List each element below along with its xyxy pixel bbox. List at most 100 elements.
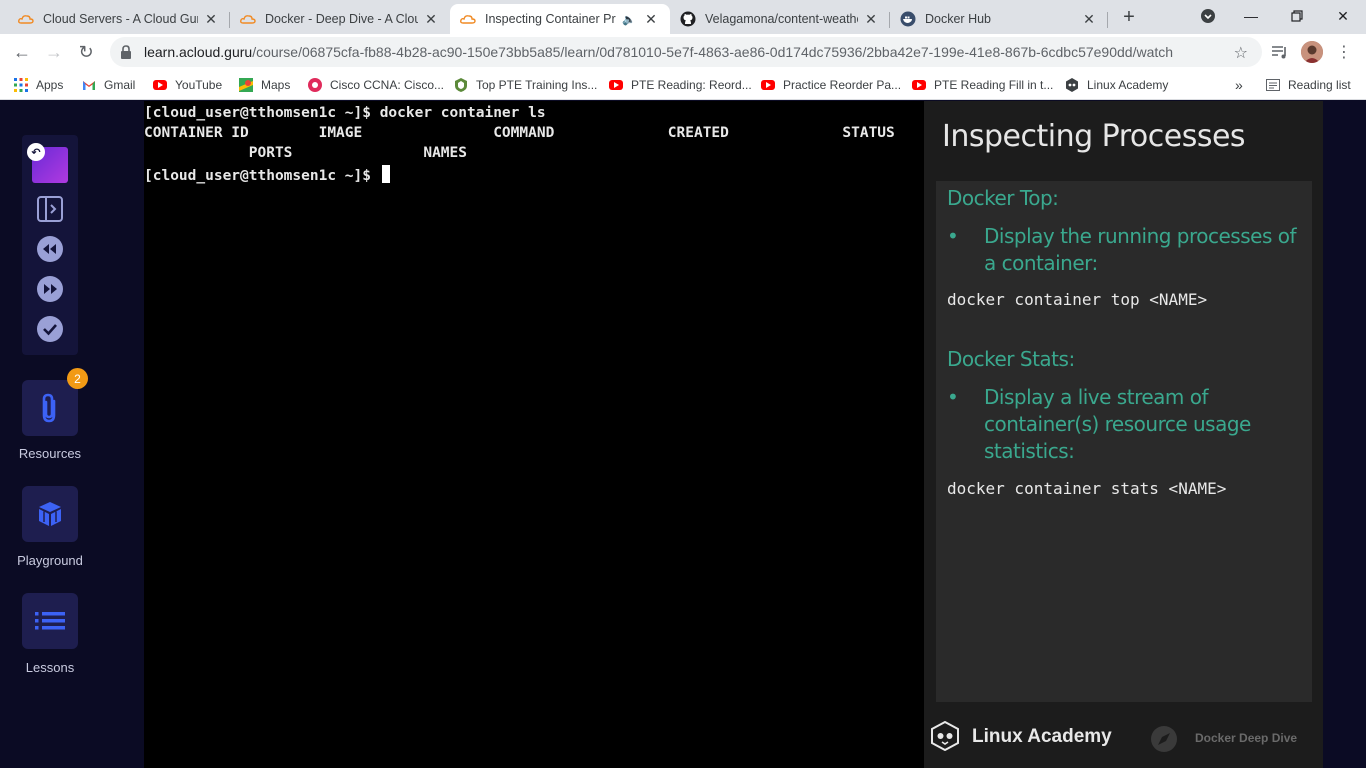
reload-icon[interactable]: ↻ [74, 40, 98, 64]
bullet-icon: • [947, 224, 959, 248]
restore-icon[interactable] [1283, 4, 1311, 28]
bookmark-pte-reading-fill[interactable]: PTE Reading Fill in t... [912, 76, 1053, 94]
address-bar[interactable]: learn.acloud.guru/course/06875cfa-fb88-4… [110, 37, 1262, 67]
url-host: learn.acloud.guru [144, 44, 253, 60]
url-text[interactable]: learn.acloud.guru/course/06875cfa-fb88-4… [144, 44, 1224, 60]
cubes-icon [39, 502, 61, 526]
course-name: Docker Deep Dive [1195, 731, 1298, 745]
close-icon[interactable]: ✕ [202, 10, 220, 28]
lessons-button[interactable] [22, 593, 78, 649]
toggle-sidebar-icon[interactable] [36, 195, 64, 223]
terminal-line: CONTAINER ID IMAGE COMMAND CREATED STATU… [144, 125, 895, 141]
bookmark-label: Linux Academy [1087, 78, 1169, 92]
tab-inspecting-container-processes[interactable]: Inspecting Container Processes 🔈 ✕ [450, 4, 670, 34]
close-window-icon[interactable]: ✕ [1329, 4, 1357, 28]
bookmark-youtube[interactable]: YouTube [153, 76, 222, 94]
tab-title: Docker - Deep Dive - A Cloud Guru [265, 12, 418, 26]
playground-label: Playground [17, 553, 83, 568]
list-icon [35, 612, 65, 630]
page-gutter [1323, 101, 1366, 768]
video-terminal[interactable]: [cloud_user@tthomsen1c ~]$ docker contai… [144, 101, 924, 768]
bookmark-pte-reading-reorder[interactable]: PTE Reading: Reord... [609, 76, 752, 94]
lock-icon [120, 45, 134, 59]
tab-docker-deep-dive[interactable]: Docker - Deep Dive - A Cloud Guru ✕ [230, 4, 450, 34]
bookmark-label: Apps [36, 78, 64, 92]
bookmark-cisco-ccna[interactable]: Cisco CCNA: Cisco... [308, 76, 444, 94]
bookmark-label: Cisco CCNA: Cisco... [330, 78, 445, 92]
fast-forward-icon[interactable] [36, 275, 64, 303]
bookmark-label: YouTube [175, 78, 223, 92]
terminal-prompt-line: [cloud_user@tthomsen1c ~]$ [144, 165, 390, 184]
youtube-icon [761, 78, 775, 92]
slide-code: docker container top <NAME> [947, 290, 1208, 309]
resources-count-badge: 2 [67, 368, 88, 389]
bookmark-label: Practice Reorder Pa... [783, 78, 902, 92]
course-player-page: ↶ 2 Resources Playground Lessons [cloud_… [0, 101, 1366, 768]
close-icon[interactable]: ✕ [1080, 10, 1098, 28]
acloudguru-icon [240, 11, 256, 27]
slide-code: docker container stats <NAME> [947, 479, 1227, 498]
slide-heading-docker-stats: Docker Stats: [947, 347, 1075, 371]
slide-content-panel: Docker Top: • Display the running proces… [936, 181, 1312, 702]
tab-title: Docker Hub [925, 12, 991, 26]
bookmark-practice-reorder[interactable]: Practice Reorder Pa... [761, 76, 901, 94]
bullet-text: Display the running processes of a conta… [984, 224, 1297, 275]
youtube-icon [153, 78, 167, 92]
tab-cloud-servers[interactable]: Cloud Servers - A Cloud Guru ✕ [8, 4, 230, 34]
tab-title: Inspecting Container Processes [485, 12, 616, 26]
reading-list-label: Reading list [1288, 78, 1351, 92]
tab-github-content-weather[interactable]: Velagamona/content-weather ✕ [670, 4, 890, 34]
bookmark-maps[interactable]: Maps [239, 76, 290, 94]
slide-bullet: • Display a live stream of container(s) … [947, 384, 1307, 465]
tab-docker-hub[interactable]: Docker Hub ✕ [890, 4, 1108, 34]
back-arrow-icon[interactable]: ← [10, 40, 34, 64]
brand-name: Linux Academy [972, 726, 1112, 747]
acloudguru-icon [460, 11, 476, 27]
new-tab-button[interactable]: + [1118, 6, 1140, 28]
minimize-icon[interactable]: — [1237, 4, 1265, 28]
tab-title: Velagamona/content-weather [705, 12, 858, 26]
profile-avatar[interactable] [1301, 41, 1323, 63]
browser-toolbar: ← → ↻ learn.acloud.guru/course/06875cfa-… [0, 34, 1366, 70]
bookmark-top-pte[interactable]: Top PTE Training Ins... [454, 76, 597, 94]
linux-academy-logo-icon [931, 721, 959, 751]
bookmark-label: PTE Reading Fill in t... [934, 78, 1054, 92]
close-icon[interactable]: ✕ [862, 10, 880, 28]
reading-list-button[interactable]: Reading list [1266, 76, 1351, 94]
back-to-course-icon[interactable]: ↶ [27, 143, 45, 161]
playground-button[interactable] [22, 486, 78, 542]
slide-bullet: • Display the running processes of a con… [947, 223, 1307, 277]
speaker-icon[interactable]: 🔈 [620, 10, 638, 28]
bookmark-linux-academy[interactable]: Linux Academy [1065, 76, 1168, 94]
rewind-icon[interactable] [36, 235, 64, 263]
terminal-line: [cloud_user@tthomsen1c ~]$ docker contai… [144, 105, 546, 121]
terminal-cursor [381, 165, 390, 183]
bookmark-star-icon[interactable]: ☆ [1234, 43, 1248, 63]
menu-kebab-icon[interactable]: ⋮ [1333, 41, 1355, 63]
apps-grid-icon [14, 78, 28, 92]
bullet-icon: • [947, 385, 959, 409]
paperclip-icon [42, 393, 56, 423]
maps-icon [239, 78, 253, 92]
resources-label: Resources [18, 446, 82, 461]
slide-footer: Linux Academy Docker Deep Dive [924, 711, 1323, 768]
resources-button[interactable] [22, 380, 78, 436]
bookmark-apps[interactable]: Apps [14, 76, 63, 94]
bookmark-label: PTE Reading: Reord... [631, 78, 752, 92]
forward-arrow-icon[interactable]: → [42, 40, 66, 64]
bookmark-gmail[interactable]: Gmail [82, 76, 135, 94]
compass-icon [1151, 726, 1177, 752]
mark-complete-icon[interactable] [36, 315, 64, 343]
player-controls-panel: ↶ [22, 135, 78, 355]
close-icon[interactable]: ✕ [422, 10, 440, 28]
bookmark-label: Gmail [104, 78, 136, 92]
bullet-text: Display a live stream of container(s) re… [984, 385, 1251, 463]
more-bookmarks-chevron[interactable]: » [1235, 76, 1243, 94]
media-control-icon[interactable] [1269, 41, 1291, 63]
bookmarks-bar: Apps Gmail YouTube Maps Cisco CCNA: Cisc… [0, 70, 1366, 100]
youtube-icon [912, 78, 926, 92]
bookmark-label: Top PTE Training Ins... [476, 78, 598, 92]
tab-search-icon[interactable] [1194, 4, 1222, 28]
close-icon[interactable]: ✕ [642, 10, 660, 28]
tab-strip: Cloud Servers - A Cloud Guru ✕ Docker - … [0, 0, 1366, 34]
